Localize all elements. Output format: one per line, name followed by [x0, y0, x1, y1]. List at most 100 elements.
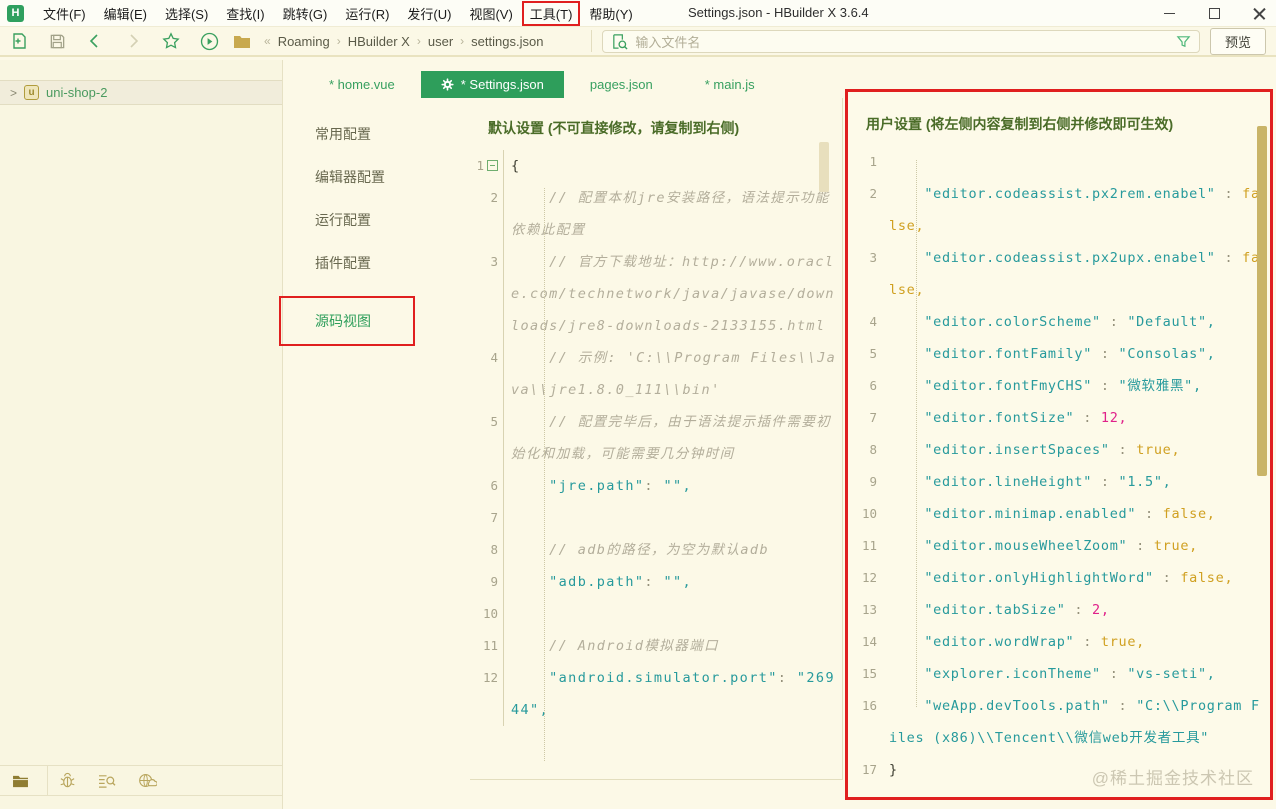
line-number: 5 [470, 406, 504, 470]
forward-icon[interactable] [114, 33, 152, 49]
code-line[interactable]: 1 [848, 146, 1270, 178]
menu-item[interactable]: 编辑(E) [95, 1, 156, 26]
new-file-icon[interactable] [0, 32, 38, 50]
tab-pages.json[interactable]: pages.json [564, 71, 679, 98]
settings-nav-item-active[interactable]: 源码视图 [315, 311, 371, 331]
code-line: 10 [470, 598, 842, 630]
line-text: "editor.onlyHighlightWord" : false, [882, 562, 1270, 594]
code-line[interactable]: 13 "editor.tabSize" : 2, [848, 594, 1270, 626]
menu-item[interactable]: 运行(R) [336, 1, 398, 26]
search-file-icon [611, 33, 628, 50]
code-line[interactable]: 9 "editor.lineHeight" : "1.5", [848, 466, 1270, 498]
search-results-icon[interactable] [87, 766, 127, 795]
code-line[interactable]: 3 "editor.codeassist.px2upx.enabel" : fa… [848, 242, 1270, 306]
close-icon[interactable] [1253, 7, 1266, 20]
code-line[interactable]: 7 "editor.fontSize" : 12, [848, 402, 1270, 434]
code-line[interactable]: 2 "editor.codeassist.px2rem.enabel" : fa… [848, 178, 1270, 242]
files-panel-icon[interactable] [0, 766, 48, 795]
breadcrumb-item[interactable]: HBuilder X [348, 34, 410, 49]
code-line[interactable]: 4 "editor.colorScheme" : "Default", [848, 306, 1270, 338]
menu-item[interactable]: 工具(T) [521, 0, 581, 26]
token: 12, [1100, 410, 1128, 426]
code-line[interactable]: 15 "explorer.iconTheme" : "vs-seti", [848, 658, 1270, 690]
indent-guide [544, 188, 545, 761]
token: : [777, 670, 797, 686]
line-text: "editor.insertSpaces" : true, [882, 434, 1270, 466]
app-logo-icon: H [7, 4, 24, 22]
menu-item[interactable]: 视图(V) [460, 1, 521, 26]
line-number: 10 [470, 598, 504, 630]
token: : [1136, 506, 1163, 522]
file-search-input[interactable]: 输入文件名 [602, 29, 1200, 53]
code-line[interactable]: 6 "editor.fontFmyCHS" : "微软雅黑", [848, 370, 1270, 402]
code-line[interactable]: 10 "editor.minimap.enabled" : false, [848, 498, 1270, 530]
user-settings-code[interactable]: 12 "editor.codeassist.px2rem.enabel" : f… [848, 146, 1270, 797]
save-icon[interactable] [38, 33, 76, 50]
debug-bug-icon[interactable] [48, 766, 87, 795]
menu-item[interactable]: 选择(S) [156, 1, 217, 26]
default-panel-scrollbar[interactable] [819, 142, 829, 192]
bookmark-star-icon[interactable] [152, 32, 190, 50]
line-text: "editor.fontFamily" : "Consolas", [882, 338, 1270, 370]
menu-item[interactable]: 查找(I) [217, 1, 273, 26]
line-text: "explorer.iconTheme" : "vs-seti", [882, 658, 1270, 690]
menu-item[interactable]: 跳转(G) [274, 1, 337, 26]
back-icon[interactable] [76, 33, 114, 49]
filter-funnel-icon[interactable] [1176, 34, 1191, 49]
maximize-icon[interactable] [1208, 7, 1221, 20]
code-line[interactable]: 8 "editor.insertSpaces" : true, [848, 434, 1270, 466]
tab-label: * home.vue [329, 77, 395, 92]
watermark: @稀土掘金技术社区 [1091, 769, 1254, 788]
breadcrumb-item[interactable]: Roaming [278, 34, 330, 49]
window-controls [1163, 0, 1266, 26]
token: "editor.onlyHighlightWord" [924, 570, 1154, 586]
code-line: 3 // 官方下载地址：http://www.oracle.com/techne… [470, 246, 842, 342]
code-line[interactable]: 5 "editor.fontFamily" : "Consolas", [848, 338, 1270, 370]
menu-item[interactable]: 发行(U) [398, 1, 460, 26]
token: { [511, 158, 521, 174]
fold-collapse-icon[interactable] [487, 160, 498, 171]
line-text [504, 598, 842, 630]
web-cloud-icon[interactable] [127, 766, 168, 795]
default-settings-code[interactable]: 1{2 // 配置本机jre安装路径，语法提示功能依赖此配置 3 // 官方下载地… [470, 150, 842, 779]
code-line[interactable]: 11 "editor.mouseWheelZoom" : true, [848, 530, 1270, 562]
tab-main.js[interactable]: * main.js [679, 71, 781, 98]
line-number: 3 [470, 246, 504, 342]
settings-nav: 常用配置编辑器配置运行配置插件配置源码视图 [279, 98, 470, 809]
breadcrumb-item[interactable]: user [428, 34, 453, 49]
token: 2, [1092, 602, 1110, 618]
minimize-icon[interactable] [1163, 7, 1176, 20]
tab-home.vue[interactable]: * home.vue [303, 71, 421, 98]
settings-nav-item[interactable]: 运行配置 [315, 210, 470, 230]
menu-item[interactable]: 帮助(Y) [580, 1, 641, 26]
settings-nav-item[interactable]: 常用配置 [315, 124, 470, 144]
line-text [882, 146, 1270, 178]
token: : [1092, 346, 1119, 362]
preview-button[interactable]: 预览 [1209, 27, 1266, 55]
project-tree-item[interactable]: > u uni-shop-2 [0, 80, 282, 105]
chevron-right-icon[interactable]: > [10, 86, 17, 100]
sidebar-bottom-toolbar [0, 765, 282, 796]
code-line[interactable]: 12 "editor.onlyHighlightWord" : false, [848, 562, 1270, 594]
settings-nav-item[interactable]: 编辑器配置 [315, 167, 470, 187]
toolbar: « Roaming › HBuilder X › user › settings.json 输… [0, 26, 1276, 57]
line-text: "weApp.devTools.path" : "C:\\Program Fil… [882, 690, 1270, 754]
line-number: 15 [861, 666, 877, 681]
settings-nav-item[interactable]: 插件配置 [315, 253, 470, 273]
line-number: 7 [470, 502, 504, 534]
menu-item[interactable]: 文件(F) [34, 1, 95, 26]
token: "editor.fontFamily" [924, 346, 1093, 362]
token: "editor.insertSpaces" [924, 442, 1110, 458]
user-panel-scrollbar[interactable] [1257, 126, 1267, 476]
run-icon[interactable] [190, 32, 228, 51]
breadcrumb-item[interactable]: settings.json [471, 34, 543, 49]
tab-settings.json[interactable]: * Settings.json [420, 71, 564, 98]
line-text: "editor.tabSize" : 2, [882, 594, 1270, 626]
code-line[interactable]: 14 "editor.wordWrap" : true, [848, 626, 1270, 658]
line-number: 16 [861, 698, 877, 713]
code-line[interactable]: 16 "weApp.devTools.path" : "C:\\Program … [848, 690, 1270, 754]
